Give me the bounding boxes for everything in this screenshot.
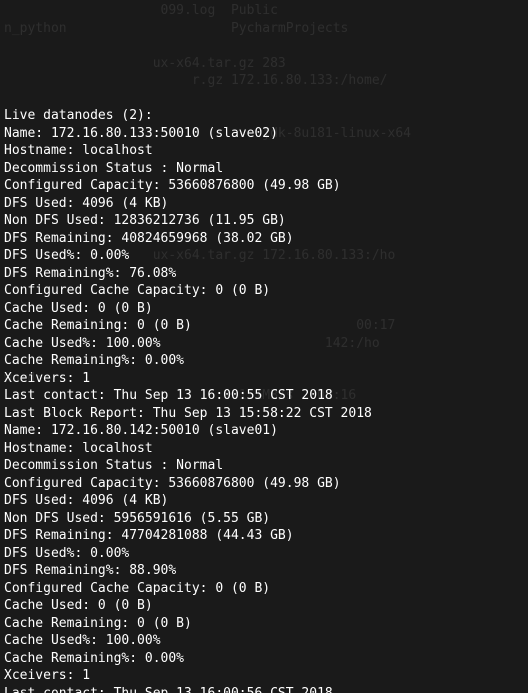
datanode-0-cache-remaining: Cache Remaining: 0 (0 B) [4,317,524,335]
datanode-0-dfs-used-pct: DFS Used%: 0.00% [4,247,524,265]
datanode-0-decommission-status: Decommission Status : Normal [4,160,524,178]
live-datanodes-header: Live datanodes (2): [4,107,524,125]
datanode-0-dfs-used: DFS Used: 4096 (4 KB) [4,195,524,213]
datanode-1-dfs-used-pct: DFS Used%: 0.00% [4,545,524,563]
datanode-1-dfs-remaining-pct: DFS Remaining%: 88.90% [4,562,524,580]
datanode-0-cache-used-pct: Cache Used%: 100.00% [4,335,524,353]
datanode-1-configured-cache-capacity: Configured Cache Capacity: 0 (0 B) [4,580,524,598]
datanode-1-hostname: Hostname: localhost [4,440,524,458]
datanode-1-cache-used-pct: Cache Used%: 100.00% [4,632,524,650]
datanode-0-dfs-remaining-pct: DFS Remaining%: 76.08% [4,265,524,283]
datanode-0-dfs-remaining: DFS Remaining: 40824659968 (38.02 GB) [4,230,524,248]
datanode-0-last-block-report: Last Block Report: Thu Sep 13 15:58:22 C… [4,405,524,423]
datanode-0-name: Name: 172.16.80.133:50010 (slave02) [4,125,524,143]
datanode-1-last-contact: Last contact: Thu Sep 13 16:00:56 CST 20… [4,685,524,693]
datanode-1-configured-capacity: Configured Capacity: 53660876800 (49.98 … [4,475,524,493]
datanode-0-xceivers: Xceivers: 1 [4,370,524,388]
datanode-0-cache-remaining-pct: Cache Remaining%: 0.00% [4,352,524,370]
datanode-0-configured-capacity: Configured Capacity: 53660876800 (49.98 … [4,177,524,195]
datanode-1-decommission-status: Decommission Status : Normal [4,457,524,475]
datanode-0-hostname: Hostname: localhost [4,142,524,160]
datanode-0-configured-cache-capacity: Configured Cache Capacity: 0 (0 B) [4,282,524,300]
datanode-1-cache-remaining-pct: Cache Remaining%: 0.00% [4,650,524,668]
datanode-1-dfs-used: DFS Used: 4096 (4 KB) [4,492,524,510]
datanode-1-name: Name: 172.16.80.142:50010 (slave01) [4,422,524,440]
terminal-output: Live datanodes (2):Name: 172.16.80.133:5… [4,107,524,693]
datanode-0-last-contact: Last contact: Thu Sep 13 16:00:55 CST 20… [4,387,524,405]
datanode-1-cache-remaining: Cache Remaining: 0 (0 B) [4,615,524,633]
datanode-1-cache-used: Cache Used: 0 (0 B) [4,597,524,615]
datanode-1-non-dfs-used: Non DFS Used: 5956591616 (5.55 GB) [4,510,524,528]
datanode-0-cache-used: Cache Used: 0 (0 B) [4,300,524,318]
datanode-1-dfs-remaining: DFS Remaining: 47704281088 (44.43 GB) [4,527,524,545]
datanode-1-xceivers: Xceivers: 1 [4,667,524,685]
datanode-0-non-dfs-used: Non DFS Used: 12836212736 (11.95 GB) [4,212,524,230]
